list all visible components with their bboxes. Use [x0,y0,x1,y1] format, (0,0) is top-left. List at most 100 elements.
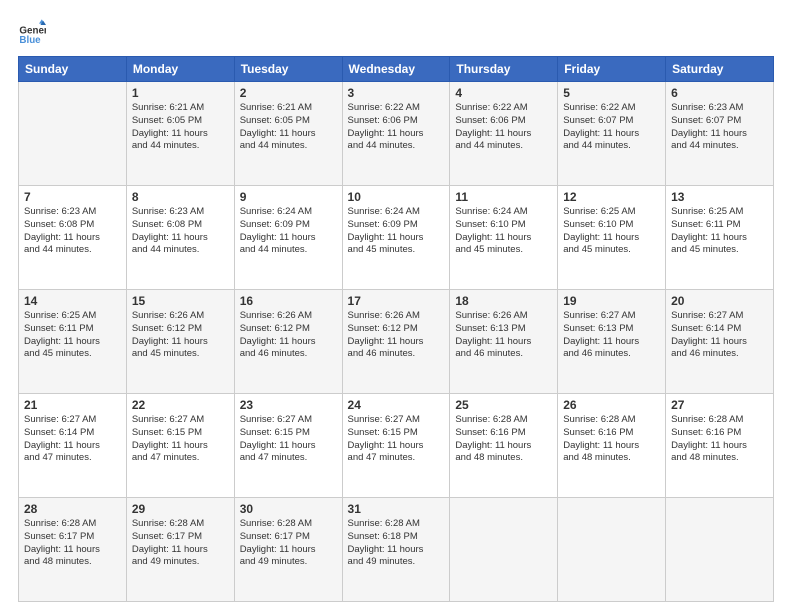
day-number: 18 [455,294,552,308]
calendar-cell: 18 Sunrise: 6:26 AM Sunset: 6:13 PM Dayli… [450,290,558,394]
day-info: Sunrise: 6:25 AM Sunset: 6:11 PM Dayligh… [24,310,121,361]
calendar-cell: 30 Sunrise: 6:28 AM Sunset: 6:17 PM Dayli… [234,498,342,602]
calendar-cell: 22 Sunrise: 6:27 AM Sunset: 6:15 PM Dayli… [126,394,234,498]
day-info: Sunrise: 6:27 AM Sunset: 6:15 PM Dayligh… [348,414,445,465]
calendar-cell: 24 Sunrise: 6:27 AM Sunset: 6:15 PM Dayli… [342,394,450,498]
calendar-row: 28 Sunrise: 6:28 AM Sunset: 6:17 PM Dayli… [19,498,774,602]
day-info: Sunrise: 6:26 AM Sunset: 6:13 PM Dayligh… [455,310,552,361]
day-info: Sunrise: 6:28 AM Sunset: 6:17 PM Dayligh… [240,518,337,569]
day-number: 24 [348,398,445,412]
calendar-cell: 27 Sunrise: 6:28 AM Sunset: 6:16 PM Dayli… [666,394,774,498]
day-info: Sunrise: 6:26 AM Sunset: 6:12 PM Dayligh… [348,310,445,361]
calendar-cell: 5Sunrise: 6:22 AM Sunset: 6:07 PM Daylig… [558,82,666,186]
calendar-cell: 2 Sunrise: 6:21 AM Sunset: 6:05 PM Daylig… [234,82,342,186]
col-header-tuesday: Tuesday [234,57,342,82]
day-number: 27 [671,398,768,412]
calendar-cell: 11Sunrise: 6:24 AM Sunset: 6:10 PM Dayli… [450,186,558,290]
calendar-cell: 14 Sunrise: 6:25 AM Sunset: 6:11 PM Dayli… [19,290,127,394]
day-info: Sunrise: 6:23 AM Sunset: 6:08 PM Dayligh… [132,206,229,257]
day-info: Sunrise: 6:23 AM Sunset: 6:08 PM Dayligh… [24,206,121,257]
svg-text:Blue: Blue [19,35,41,46]
day-info: Sunrise: 6:26 AM Sunset: 6:12 PM Dayligh… [132,310,229,361]
day-number: 16 [240,294,337,308]
logo-icon: General Blue [18,18,46,46]
day-number: 20 [671,294,768,308]
day-number: 26 [563,398,660,412]
header-row: SundayMondayTuesdayWednesdayThursdayFrid… [19,57,774,82]
calendar-cell: 10 Sunrise: 6:24 AM Sunset: 6:09 PM Dayli… [342,186,450,290]
col-header-friday: Friday [558,57,666,82]
day-info: Sunrise: 6:28 AM Sunset: 6:16 PM Dayligh… [671,414,768,465]
calendar-cell [558,498,666,602]
day-number: 17 [348,294,445,308]
calendar-cell: 23 Sunrise: 6:27 AM Sunset: 6:15 PM Dayli… [234,394,342,498]
day-number: 30 [240,502,337,516]
calendar-row: 14 Sunrise: 6:25 AM Sunset: 6:11 PM Dayli… [19,290,774,394]
day-number: 3 [348,86,445,100]
calendar-cell: 8 Sunrise: 6:23 AM Sunset: 6:08 PM Daylig… [126,186,234,290]
day-info: Sunrise: 6:28 AM Sunset: 6:17 PM Dayligh… [24,518,121,569]
calendar-row: 21 Sunrise: 6:27 AM Sunset: 6:14 PM Dayli… [19,394,774,498]
day-info: Sunrise: 6:24 AM Sunset: 6:10 PM Dayligh… [455,206,552,257]
day-info: Sunrise: 6:22 AM Sunset: 6:06 PM Dayligh… [455,102,552,153]
col-header-saturday: Saturday [666,57,774,82]
col-header-sunday: Sunday [19,57,127,82]
day-number: 25 [455,398,552,412]
calendar-cell [19,82,127,186]
calendar-row: 7Sunrise: 6:23 AM Sunset: 6:08 PM Daylig… [19,186,774,290]
calendar-cell [666,498,774,602]
day-number: 9 [240,190,337,204]
day-number: 19 [563,294,660,308]
day-info: Sunrise: 6:27 AM Sunset: 6:14 PM Dayligh… [671,310,768,361]
day-number: 14 [24,294,121,308]
day-number: 28 [24,502,121,516]
day-info: Sunrise: 6:21 AM Sunset: 6:05 PM Dayligh… [132,102,229,153]
calendar-cell: 7Sunrise: 6:23 AM Sunset: 6:08 PM Daylig… [19,186,127,290]
calendar-cell: 19 Sunrise: 6:27 AM Sunset: 6:13 PM Dayli… [558,290,666,394]
calendar-cell: 31 Sunrise: 6:28 AM Sunset: 6:18 PM Dayli… [342,498,450,602]
day-info: Sunrise: 6:28 AM Sunset: 6:18 PM Dayligh… [348,518,445,569]
day-number: 4 [455,86,552,100]
day-number: 15 [132,294,229,308]
calendar-cell: 26 Sunrise: 6:28 AM Sunset: 6:16 PM Dayli… [558,394,666,498]
calendar-cell: 1 Sunrise: 6:21 AM Sunset: 6:05 PM Daylig… [126,82,234,186]
day-number: 21 [24,398,121,412]
calendar-cell: 3Sunrise: 6:22 AM Sunset: 6:06 PM Daylig… [342,82,450,186]
calendar-table: SundayMondayTuesdayWednesdayThursdayFrid… [18,56,774,602]
day-number: 1 [132,86,229,100]
calendar-cell: 28 Sunrise: 6:28 AM Sunset: 6:17 PM Dayli… [19,498,127,602]
calendar-cell: 29Sunrise: 6:28 AM Sunset: 6:17 PM Dayli… [126,498,234,602]
day-info: Sunrise: 6:24 AM Sunset: 6:09 PM Dayligh… [240,206,337,257]
day-number: 23 [240,398,337,412]
day-info: Sunrise: 6:27 AM Sunset: 6:15 PM Dayligh… [132,414,229,465]
calendar-cell: 12Sunrise: 6:25 AM Sunset: 6:10 PM Dayli… [558,186,666,290]
day-number: 31 [348,502,445,516]
calendar-cell [450,498,558,602]
day-number: 2 [240,86,337,100]
calendar-cell: 6Sunrise: 6:23 AM Sunset: 6:07 PM Daylig… [666,82,774,186]
day-info: Sunrise: 6:28 AM Sunset: 6:16 PM Dayligh… [563,414,660,465]
header: General Blue [18,18,774,46]
day-number: 6 [671,86,768,100]
day-number: 5 [563,86,660,100]
day-number: 8 [132,190,229,204]
calendar-cell: 25Sunrise: 6:28 AM Sunset: 6:16 PM Dayli… [450,394,558,498]
day-info: Sunrise: 6:21 AM Sunset: 6:05 PM Dayligh… [240,102,337,153]
col-header-thursday: Thursday [450,57,558,82]
logo: General Blue [18,18,50,46]
col-header-wednesday: Wednesday [342,57,450,82]
calendar-cell: 16Sunrise: 6:26 AM Sunset: 6:12 PM Dayli… [234,290,342,394]
day-number: 22 [132,398,229,412]
day-info: Sunrise: 6:24 AM Sunset: 6:09 PM Dayligh… [348,206,445,257]
day-info: Sunrise: 6:27 AM Sunset: 6:14 PM Dayligh… [24,414,121,465]
col-header-monday: Monday [126,57,234,82]
calendar-cell: 4 Sunrise: 6:22 AM Sunset: 6:06 PM Daylig… [450,82,558,186]
day-info: Sunrise: 6:27 AM Sunset: 6:13 PM Dayligh… [563,310,660,361]
calendar-cell: 20 Sunrise: 6:27 AM Sunset: 6:14 PM Dayli… [666,290,774,394]
day-info: Sunrise: 6:25 AM Sunset: 6:10 PM Dayligh… [563,206,660,257]
day-number: 10 [348,190,445,204]
calendar-cell: 13Sunrise: 6:25 AM Sunset: 6:11 PM Dayli… [666,186,774,290]
calendar-cell: 17 Sunrise: 6:26 AM Sunset: 6:12 PM Dayli… [342,290,450,394]
calendar-cell: 9 Sunrise: 6:24 AM Sunset: 6:09 PM Daylig… [234,186,342,290]
day-info: Sunrise: 6:27 AM Sunset: 6:15 PM Dayligh… [240,414,337,465]
